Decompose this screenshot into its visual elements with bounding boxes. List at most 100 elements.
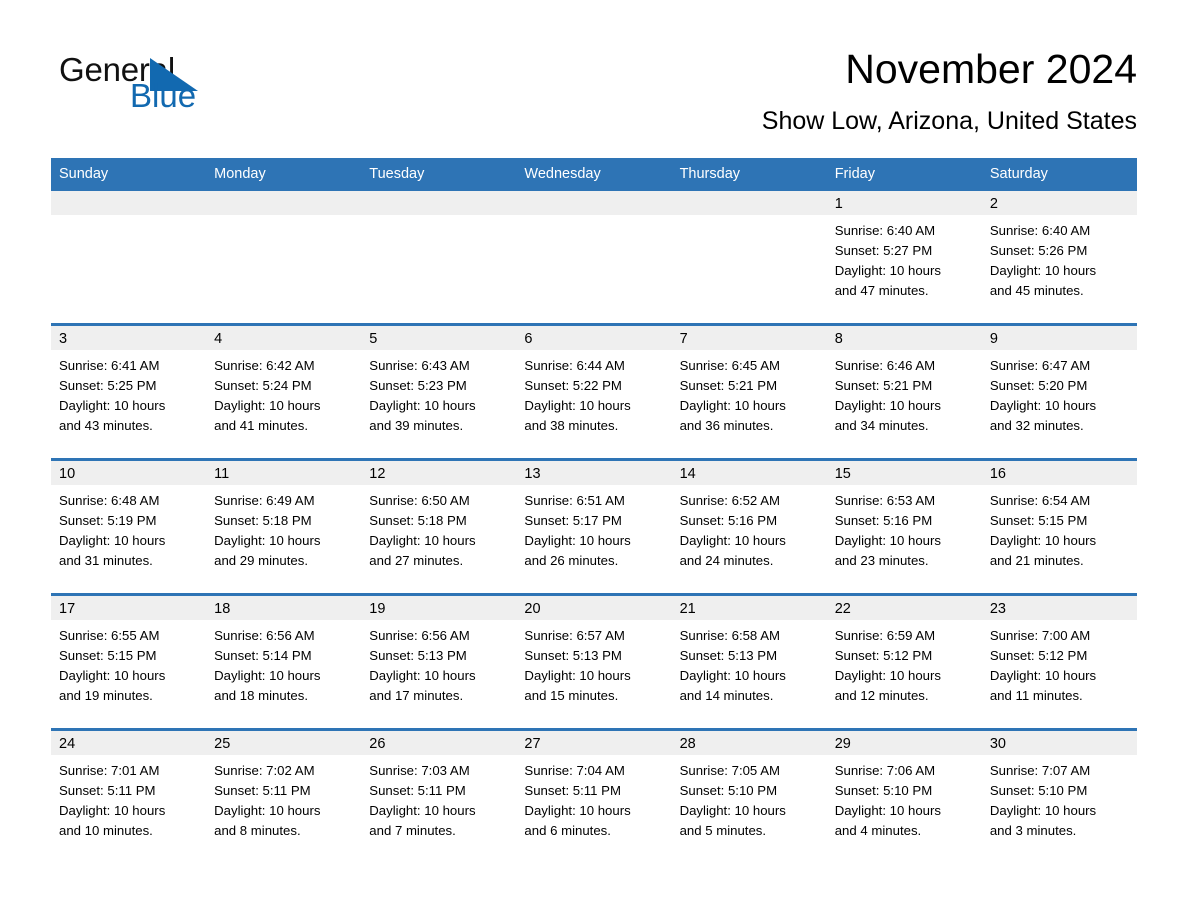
- calendar-day-cell[interactable]: 18 Sunrise: 6:56 AM Sunset: 5:14 PM Dayligh…: [206, 593, 362, 730]
- sunrise-text: Sunrise: 6:54 AM: [989, 493, 1091, 508]
- daylight-text-line1: Daylight: 10 hours: [989, 667, 1097, 683]
- day-number: 12: [361, 461, 517, 485]
- calendar-day-cell[interactable]: 15 Sunrise: 6:53 AM Sunset: 5:16 PM Dayligh…: [826, 458, 982, 595]
- day-details: Sunrise: 6:54 AM Sunset: 5:15 PM Daylight:…: [982, 485, 1137, 571]
- day-number: [361, 191, 517, 215]
- calendar-day-cell[interactable]: 30 Sunrise: 7:07 AM Sunset: 5:10 PM Dayligh…: [981, 728, 1137, 863]
- calendar-day-cell[interactable]: 13 Sunrise: 6:51 AM Sunset: 5:17 PM Dayligh…: [516, 458, 672, 595]
- calendar-day-cell[interactable]: 17 Sunrise: 6:55 AM Sunset: 5:15 PM Dayligh…: [51, 593, 207, 730]
- day-number: 24: [51, 731, 207, 755]
- calendar-day-cell[interactable]: 16 Sunrise: 6:54 AM Sunset: 5:15 PM Dayligh…: [981, 458, 1137, 595]
- calendar-day-cell[interactable]: 26 Sunrise: 7:03 AM Sunset: 5:11 PM Dayligh…: [361, 728, 517, 863]
- calendar-day-cell-inner: 25 Sunrise: 7:02 AM Sunset: 5:11 PM Dayligh…: [206, 731, 362, 863]
- daylight-text-line2: and 18 minutes.: [214, 687, 308, 703]
- day-details: Sunrise: 6:57 AM Sunset: 5:13 PM Daylight:…: [516, 620, 671, 706]
- calendar-day-cell-inner: 7 Sunrise: 6:45 AM Sunset: 5:21 PM Daylight…: [671, 326, 827, 458]
- daylight-text-line1: Daylight: 10 hours: [834, 532, 941, 548]
- calendar-day-cell[interactable]: 22 Sunrise: 6:59 AM Sunset: 5:12 PM Dayligh…: [826, 593, 982, 730]
- daylight-text-line1: Daylight: 10 hours: [679, 802, 786, 818]
- calendar-day-cell[interactable]: [361, 191, 517, 325]
- day-number: [206, 191, 362, 215]
- calendar-day-cell-inner: 12 Sunrise: 6:50 AM Sunset: 5:18 PM Dayligh…: [361, 461, 517, 593]
- day-details: Sunrise: 6:56 AM Sunset: 5:14 PM Daylight:…: [206, 620, 361, 706]
- calendar-day-cell[interactable]: 28 Sunrise: 7:05 AM Sunset: 5:10 PM Dayligh…: [671, 728, 827, 863]
- sunset-text: Sunset: 5:18 PM: [214, 512, 312, 528]
- daylight-text-line2: and 36 minutes.: [679, 417, 774, 433]
- daylight-text-line1: Daylight: 10 hours: [59, 667, 166, 683]
- calendar-day-cell[interactable]: 21 Sunrise: 6:58 AM Sunset: 5:13 PM Dayligh…: [671, 593, 827, 730]
- calendar-day-cell[interactable]: 3 Sunrise: 6:41 AM Sunset: 5:25 PM Daylight…: [51, 323, 207, 460]
- daylight-text-line1: Daylight: 10 hours: [989, 802, 1097, 818]
- calendar-day-cell-inner: 18 Sunrise: 6:56 AM Sunset: 5:14 PM Dayligh…: [206, 596, 362, 728]
- sunset-text: Sunset: 5:10 PM: [989, 782, 1088, 798]
- calendar-day-cell[interactable]: 25 Sunrise: 7:02 AM Sunset: 5:11 PM Dayligh…: [206, 728, 362, 863]
- day-number: 26: [361, 731, 517, 755]
- calendar-day-cell[interactable]: [206, 191, 362, 325]
- calendar-day-cell[interactable]: 9 Sunrise: 6:47 AM Sunset: 5:20 PM Daylight…: [981, 323, 1137, 460]
- calendar-day-cell-inner: 10 Sunrise: 6:48 AM Sunset: 5:19 PM Dayligh…: [51, 461, 207, 593]
- calendar-week-row: 24 Sunrise: 7:01 AM Sunset: 5:11 PM Dayligh…: [51, 728, 1137, 863]
- calendar-day-cell[interactable]: 24 Sunrise: 7:01 AM Sunset: 5:11 PM Dayligh…: [51, 728, 207, 863]
- calendar-day-cell[interactable]: 7 Sunrise: 6:45 AM Sunset: 5:21 PM Daylight…: [671, 323, 827, 460]
- calendar-day-cell[interactable]: 5 Sunrise: 6:43 AM Sunset: 5:23 PM Daylight…: [361, 323, 517, 460]
- daylight-text-line1: Daylight: 10 hours: [989, 532, 1097, 548]
- calendar-day-cell-empty: [51, 191, 207, 323]
- calendar-day-cell-inner: 11 Sunrise: 6:49 AM Sunset: 5:18 PM Dayligh…: [206, 461, 362, 593]
- calendar-day-cell[interactable]: [671, 191, 827, 325]
- calendar-day-cell[interactable]: 12 Sunrise: 6:50 AM Sunset: 5:18 PM Dayligh…: [361, 458, 517, 595]
- sunrise-text: Sunrise: 6:40 AM: [989, 223, 1091, 238]
- sunrise-text: Sunrise: 7:04 AM: [524, 763, 625, 778]
- sunset-text: Sunset: 5:22 PM: [524, 377, 622, 393]
- day-details: Sunrise: 7:00 AM Sunset: 5:12 PM Daylight:…: [982, 620, 1137, 706]
- daylight-text-line1: Daylight: 10 hours: [369, 397, 476, 413]
- calendar-day-cell[interactable]: 11 Sunrise: 6:49 AM Sunset: 5:18 PM Dayligh…: [206, 458, 362, 595]
- day-number: 28: [671, 731, 827, 755]
- calendar-day-cell[interactable]: 4 Sunrise: 6:42 AM Sunset: 5:24 PM Daylight…: [206, 323, 362, 460]
- calendar-day-cell[interactable]: 14 Sunrise: 6:52 AM Sunset: 5:16 PM Dayligh…: [671, 458, 827, 595]
- daylight-text-line1: Daylight: 10 hours: [679, 397, 786, 413]
- sunrise-text: Sunrise: 6:49 AM: [214, 493, 315, 508]
- calendar-day-cell[interactable]: 2 Sunrise: 6:40 AM Sunset: 5:26 PM Daylight…: [981, 191, 1137, 325]
- sunrise-text: Sunrise: 6:58 AM: [679, 628, 780, 643]
- calendar-day-cell[interactable]: [516, 191, 672, 325]
- sunset-text: Sunset: 5:14 PM: [214, 647, 312, 663]
- calendar-day-cell[interactable]: 27 Sunrise: 7:04 AM Sunset: 5:11 PM Dayligh…: [516, 728, 672, 863]
- sunrise-text: Sunrise: 7:07 AM: [989, 763, 1091, 778]
- daylight-text-line2: and 26 minutes.: [524, 552, 619, 568]
- sunset-text: Sunset: 5:13 PM: [679, 647, 778, 663]
- calendar-week-row: 1 Sunrise: 6:40 AM Sunset: 5:27 PM Daylight…: [51, 191, 1137, 325]
- calendar-day-cell[interactable]: [51, 191, 207, 325]
- day-number: 11: [206, 461, 362, 485]
- daylight-text-line1: Daylight: 10 hours: [214, 667, 321, 683]
- day-details: Sunrise: 6:43 AM Sunset: 5:23 PM Daylight:…: [361, 350, 516, 436]
- calendar-day-cell[interactable]: 1 Sunrise: 6:40 AM Sunset: 5:27 PM Daylight…: [826, 191, 982, 325]
- daylight-text-line2: and 7 minutes.: [369, 822, 456, 838]
- day-number: [516, 191, 672, 215]
- calendar-day-cell[interactable]: 10 Sunrise: 6:48 AM Sunset: 5:19 PM Dayligh…: [51, 458, 207, 595]
- calendar-day-cell[interactable]: 6 Sunrise: 6:44 AM Sunset: 5:22 PM Daylight…: [516, 323, 672, 460]
- sunset-text: Sunset: 5:12 PM: [989, 647, 1088, 663]
- calendar-day-cell[interactable]: 19 Sunrise: 6:56 AM Sunset: 5:13 PM Dayligh…: [361, 593, 517, 730]
- calendar-day-cell[interactable]: 20 Sunrise: 6:57 AM Sunset: 5:13 PM Dayligh…: [516, 593, 672, 730]
- day-number: 30: [981, 731, 1137, 755]
- daylight-text-line2: and 3 minutes.: [989, 822, 1077, 838]
- day-details: Sunrise: 7:06 AM Sunset: 5:10 PM Daylight:…: [827, 755, 982, 841]
- calendar-day-cell[interactable]: 23 Sunrise: 7:00 AM Sunset: 5:12 PM Dayligh…: [981, 593, 1137, 730]
- day-details: Sunrise: 6:59 AM Sunset: 5:12 PM Daylight:…: [827, 620, 982, 706]
- daylight-text-line2: and 31 minutes.: [59, 552, 153, 568]
- day-number: 8: [826, 326, 982, 350]
- sunrise-text: Sunrise: 6:57 AM: [524, 628, 625, 643]
- calendar-day-cell-inner: 13 Sunrise: 6:51 AM Sunset: 5:17 PM Dayligh…: [516, 461, 672, 593]
- general-blue-logo[interactable]: General Blue: [59, 52, 319, 114]
- calendar-day-cell[interactable]: 8 Sunrise: 6:46 AM Sunset: 5:21 PM Daylight…: [826, 323, 982, 460]
- calendar-day-cell-inner: 30 Sunrise: 7:07 AM Sunset: 5:10 PM Dayligh…: [981, 731, 1137, 863]
- day-details: Sunrise: 6:46 AM Sunset: 5:21 PM Daylight:…: [827, 350, 982, 436]
- daylight-text-line1: Daylight: 10 hours: [369, 532, 476, 548]
- daylight-text-line1: Daylight: 10 hours: [989, 262, 1097, 278]
- daylight-text-line2: and 14 minutes.: [679, 687, 774, 703]
- sunrise-text: Sunrise: 6:48 AM: [59, 493, 160, 508]
- daylight-text-line2: and 24 minutes.: [679, 552, 774, 568]
- day-details: Sunrise: 6:44 AM Sunset: 5:22 PM Daylight:…: [516, 350, 671, 436]
- calendar-day-cell[interactable]: 29 Sunrise: 7:06 AM Sunset: 5:10 PM Dayligh…: [826, 728, 982, 863]
- daylight-text-line2: and 45 minutes.: [989, 282, 1084, 298]
